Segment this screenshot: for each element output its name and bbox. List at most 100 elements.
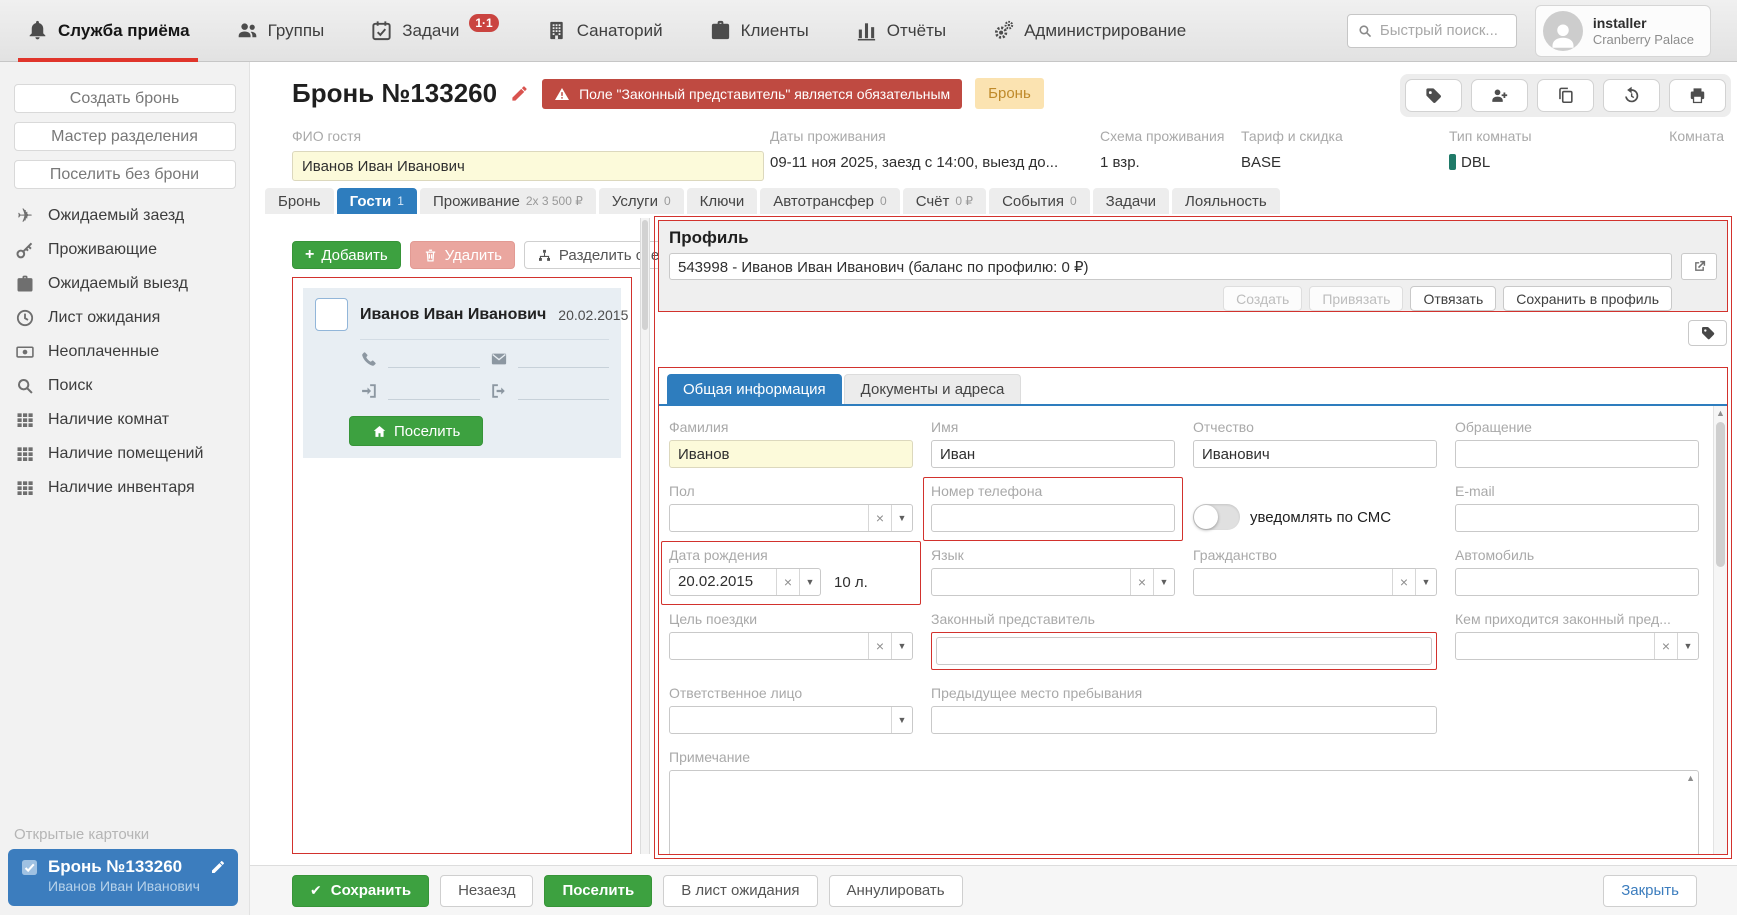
sidebar-item-residents[interactable]: Проживающие: [0, 233, 249, 267]
gender-select[interactable]: × ▼: [669, 504, 913, 532]
chevron-down-icon[interactable]: ▼: [1415, 569, 1436, 595]
car-field[interactable]: [1455, 568, 1699, 596]
print-button[interactable]: [1669, 79, 1726, 112]
users-icon: [236, 19, 259, 42]
guest-checkin-button[interactable]: Поселить: [349, 416, 483, 446]
open-card-booking[interactable]: Бронь №133260 Иванов Иван Иванович: [8, 849, 238, 906]
profile-input[interactable]: [669, 253, 1672, 280]
tab-documents-addresses[interactable]: Документы и адреса: [844, 374, 1022, 404]
history-button[interactable]: [1603, 79, 1660, 112]
clear-icon[interactable]: ×: [868, 633, 891, 659]
responsible-person-select[interactable]: ▼: [669, 706, 913, 734]
tab-accommodation[interactable]: Проживание2х 3 500 ₽: [420, 188, 596, 214]
nav-item-groups[interactable]: Группы: [236, 0, 325, 62]
tab-tasks[interactable]: Задачи: [1093, 188, 1169, 214]
note-textarea[interactable]: ▲ ▼: [669, 770, 1699, 855]
chevron-down-icon[interactable]: ▼: [891, 707, 912, 733]
sidebar-item-room-availability[interactable]: Наличие комнат: [0, 403, 249, 437]
scroll-up-icon[interactable]: ▲: [1686, 773, 1695, 783]
previous-place-field[interactable]: [931, 706, 1437, 734]
checkin-without-booking-button[interactable]: Поселить без брони: [14, 160, 236, 189]
tab-invoice[interactable]: Счёт0 ₽: [903, 188, 986, 214]
sidebar-item-waitlist[interactable]: Лист ожидания: [0, 301, 249, 335]
pencil-icon[interactable]: [210, 859, 226, 875]
clear-icon[interactable]: ×: [776, 569, 799, 595]
nav-item-tasks[interactable]: Задачи 1·1: [370, 0, 498, 62]
tab-events[interactable]: События0: [989, 188, 1090, 214]
chevron-down-icon[interactable]: ▼: [891, 633, 912, 659]
tab-loyalty[interactable]: Лояльность: [1172, 188, 1280, 214]
tab-general-info[interactable]: Общая информация: [667, 374, 842, 404]
edit-title-pencil-icon[interactable]: [510, 84, 529, 103]
scroll-up-icon[interactable]: ▲: [1714, 406, 1727, 420]
profile-save-button[interactable]: Сохранить в профиль: [1503, 286, 1672, 311]
chevron-down-icon[interactable]: ▼: [1677, 633, 1698, 659]
middlename-field[interactable]: [1193, 440, 1437, 468]
no-show-button[interactable]: Незаезд: [440, 875, 533, 907]
sms-toggle[interactable]: [1193, 504, 1240, 530]
sidebar-item-expected-departure[interactable]: Ожидаемый выезд: [0, 267, 249, 301]
guest-fio-input[interactable]: [292, 151, 764, 181]
sidebar-item-inventory-availability[interactable]: Наличие инвентаря: [0, 471, 249, 505]
annul-button[interactable]: Аннулировать: [829, 875, 963, 907]
birthdate-picker[interactable]: 20.02.2015 × ▼: [669, 568, 821, 596]
sidebar-item-space-availability[interactable]: Наличие помещений: [0, 437, 249, 471]
checkin-button[interactable]: Поселить: [544, 875, 652, 907]
sidebar-item-expected-arrival[interactable]: ✈ Ожидаемый заезд: [0, 199, 249, 233]
profile-create-button[interactable]: Создать: [1223, 286, 1302, 311]
guest-checkbox[interactable]: [315, 298, 348, 331]
chevron-down-icon[interactable]: ▼: [891, 505, 912, 531]
quick-search[interactable]: [1347, 14, 1517, 48]
clear-icon[interactable]: ×: [1654, 633, 1677, 659]
save-button[interactable]: ✔ Сохранить: [292, 875, 429, 907]
nav-item-administration[interactable]: Администрирование: [992, 0, 1186, 62]
tab-transfer[interactable]: Автотрансфер0: [760, 188, 899, 214]
language-select[interactable]: × ▼: [931, 568, 1175, 596]
tab-guests[interactable]: Гости1: [337, 188, 417, 214]
quick-search-input[interactable]: [1380, 22, 1507, 39]
clear-icon[interactable]: ×: [1130, 569, 1153, 595]
panel-scrollbar[interactable]: [640, 218, 650, 854]
firstname-field[interactable]: [931, 440, 1175, 468]
citizenship-select[interactable]: × ▼: [1193, 568, 1437, 596]
scrollbar-thumb[interactable]: [642, 220, 648, 330]
add-person-button[interactable]: [1471, 79, 1528, 112]
tab-booking[interactable]: Бронь: [265, 188, 334, 214]
profile-unbind-button[interactable]: Отвязать: [1410, 286, 1496, 311]
clear-icon[interactable]: ×: [868, 505, 891, 531]
salutation-field[interactable]: [1455, 440, 1699, 468]
general-info-form: Фамилия Имя Отчество Обращение: [659, 406, 1727, 855]
guest-card[interactable]: Иванов Иван Иванович 20.02.2015: [303, 288, 621, 458]
tags-button[interactable]: [1405, 79, 1462, 112]
sidebar-item-search[interactable]: Поиск: [0, 369, 249, 403]
nav-item-sanatorium[interactable]: Санаторий: [545, 0, 663, 62]
clear-icon[interactable]: ×: [1392, 569, 1415, 595]
phone-field[interactable]: [931, 504, 1175, 532]
delete-guest-button[interactable]: Удалить: [410, 241, 515, 269]
profile-bind-button[interactable]: Привязать: [1309, 286, 1403, 311]
chevron-down-icon[interactable]: ▼: [1153, 569, 1174, 595]
tab-keys[interactable]: Ключи: [687, 188, 758, 214]
tab-services[interactable]: Услуги0: [599, 188, 684, 214]
open-profile-button[interactable]: [1681, 253, 1717, 280]
sidebar-item-unpaid[interactable]: Неоплаченные: [0, 335, 249, 369]
user-menu[interactable]: installer Cranberry Palace: [1535, 5, 1711, 57]
split-wizard-button[interactable]: Мастер разделения: [14, 122, 236, 151]
copy-button[interactable]: [1537, 79, 1594, 112]
chevron-down-icon[interactable]: ▼: [799, 569, 820, 595]
nav-item-reports[interactable]: Отчёты: [855, 0, 946, 62]
nav-item-clients[interactable]: Клиенты: [709, 0, 809, 62]
nav-item-reception[interactable]: Служба приёма: [26, 0, 190, 62]
legal-representative-relation-select[interactable]: × ▼: [1455, 632, 1699, 660]
email-field[interactable]: [1455, 504, 1699, 532]
add-guest-button[interactable]: + Добавить: [292, 241, 401, 269]
create-booking-button[interactable]: Создать бронь: [14, 84, 236, 113]
close-button[interactable]: Закрыть: [1603, 875, 1697, 907]
scrollbar-thumb[interactable]: [1716, 422, 1725, 567]
waitlist-button[interactable]: В лист ожидания: [663, 875, 817, 907]
trip-purpose-select[interactable]: × ▼: [669, 632, 913, 660]
lastname-field[interactable]: [669, 440, 913, 468]
form-scrollbar[interactable]: ▲: [1713, 406, 1727, 854]
legal-representative-field[interactable]: [936, 637, 1432, 665]
guest-tags-button[interactable]: [1688, 320, 1727, 346]
